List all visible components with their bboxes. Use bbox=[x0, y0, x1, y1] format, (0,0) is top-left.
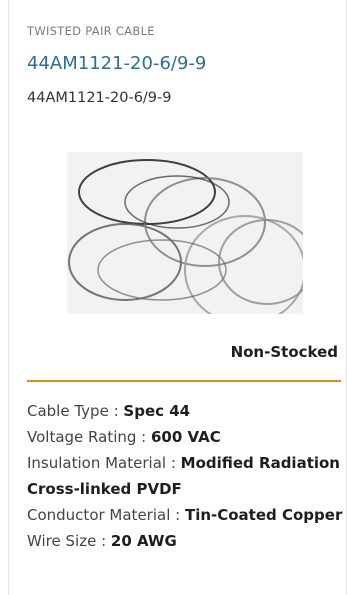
product-image[interactable] bbox=[67, 152, 316, 325]
spec-label: Insulation Material bbox=[27, 454, 167, 472]
product-title-link[interactable]: 44AM1121-20-6/9-9 bbox=[27, 53, 206, 74]
spec-value: Tin-Coated Copper bbox=[184, 506, 343, 524]
spec-cable-type: Cable Type : Spec 44 bbox=[27, 402, 191, 420]
product-card: TWISTED PAIR CABLE 44AM1121-20-6/9-9 44A… bbox=[8, 0, 347, 595]
spec-wire-size: Wire Size : 20 AWG bbox=[27, 532, 177, 550]
stock-status-badge: Non-Stocked bbox=[230, 343, 338, 361]
product-category: TWISTED PAIR CABLE bbox=[27, 24, 155, 38]
spec-label: Conductor Material bbox=[27, 506, 171, 524]
spec-label: Wire Size bbox=[27, 532, 97, 550]
spec-conductor-material: Conductor Material : Tin-Coated Copper bbox=[27, 506, 343, 524]
orange-divider bbox=[27, 380, 341, 382]
spec-label: Voltage Rating bbox=[27, 428, 137, 446]
product-part-number: 44AM1121-20-6/9-9 bbox=[27, 90, 172, 106]
spec-voltage-rating: Voltage Rating : 600 VAC bbox=[27, 428, 221, 446]
spec-label: Cable Type bbox=[27, 402, 109, 420]
spec-value: 600 VAC bbox=[151, 428, 221, 446]
spec-value: 20 AWG bbox=[110, 532, 177, 550]
wire-coil-image bbox=[67, 152, 316, 325]
spec-list: Cable Type : Spec 44 Voltage Rating : 60… bbox=[27, 398, 345, 554]
spec-value: Spec 44 bbox=[123, 402, 191, 420]
spec-insulation-material: Insulation Material : Modified Radiation… bbox=[27, 454, 340, 498]
